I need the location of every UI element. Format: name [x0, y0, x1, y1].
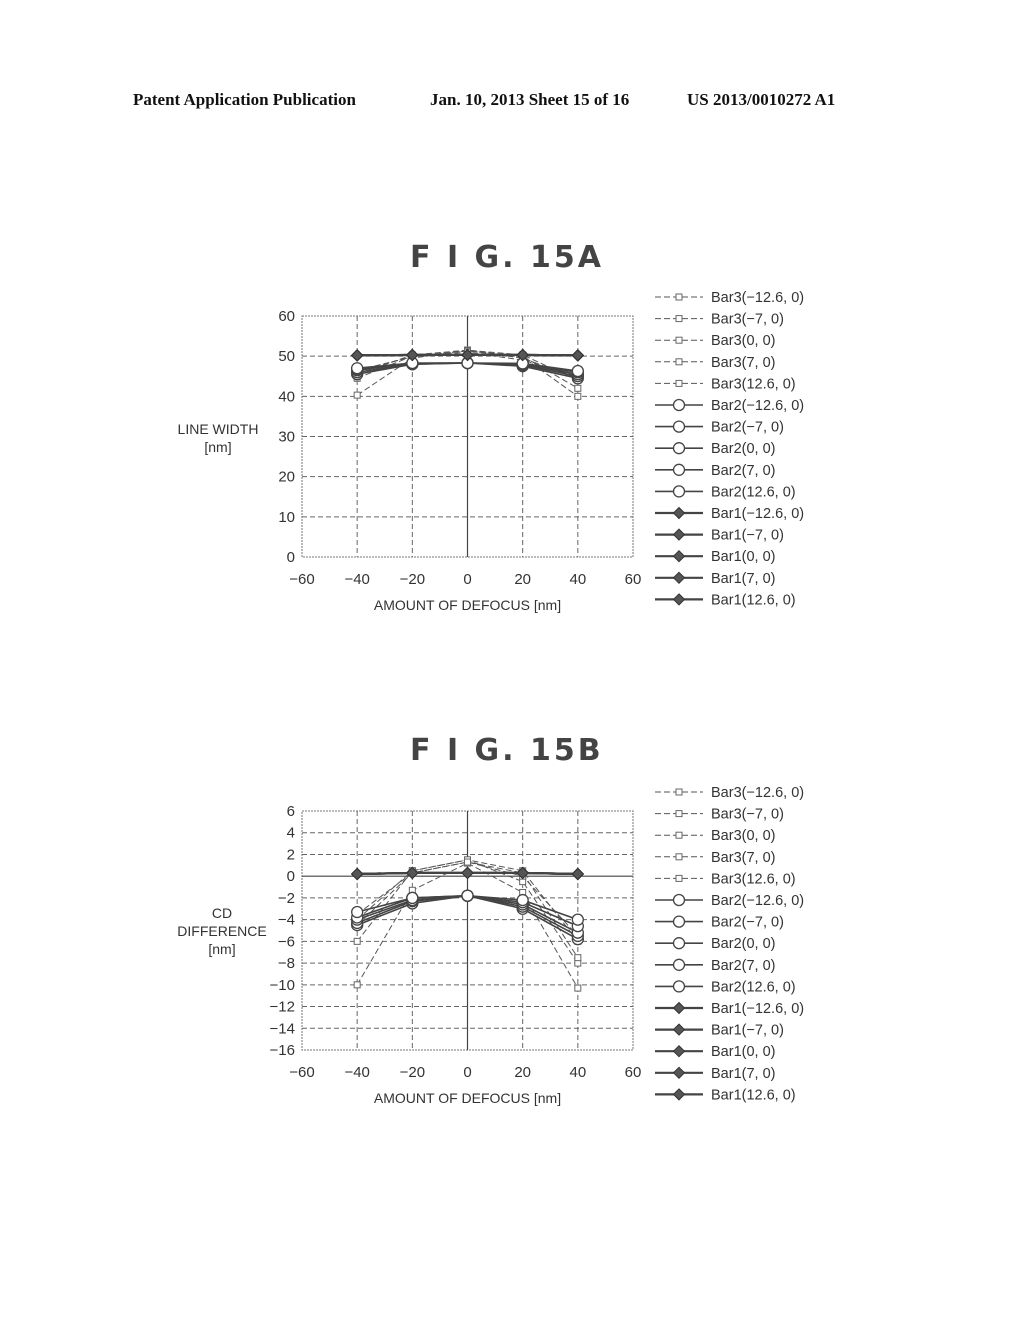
legend-item: Bar2(−12.6, 0) [655, 893, 804, 909]
y-tick-label: 4 [287, 825, 295, 842]
data-point [351, 905, 364, 919]
data-point [353, 981, 361, 989]
x-tick-label: −20 [400, 1064, 425, 1081]
series-bar1-12-6-0 [350, 866, 585, 881]
legend-item: Bar1(7, 0) [655, 1066, 775, 1082]
legend-item: Bar1(0, 0) [655, 1044, 775, 1060]
legend-marker-icon [672, 1023, 686, 1036]
legend-item: Bar2(0, 0) [655, 936, 775, 952]
legend-item: Bar1(−7, 0) [655, 1023, 784, 1039]
legend-item: Bar3(0, 0) [655, 828, 775, 844]
y-tick-label: −12 [270, 999, 295, 1016]
y-tick-label: −2 [278, 890, 295, 907]
legend-marker-icon [672, 937, 686, 950]
y-tick-label: 2 [287, 846, 295, 863]
y-tick-label: −16 [270, 1042, 295, 1059]
legend-item: Bar1(12.6, 0) [655, 1087, 796, 1103]
legend-label: Bar3(0, 0) [711, 828, 775, 844]
legend-marker-icon [675, 810, 683, 818]
x-tick-label: −60 [289, 1064, 314, 1081]
data-point [571, 867, 585, 881]
y-tick-label: 6 [287, 803, 295, 820]
legend: Bar3(−12.6, 0) Bar3(−7, 0) Bar3(0, 0) Bar3(… [655, 785, 804, 1103]
legend-label: Bar1(0, 0) [711, 1044, 775, 1060]
data-point [353, 937, 361, 945]
legend-marker-icon [672, 980, 686, 993]
data-point [516, 893, 529, 907]
y-axis-label: DIFFERENCE [177, 923, 266, 939]
legend-label: Bar2(0, 0) [711, 936, 775, 952]
x-tick-label: 60 [625, 1064, 642, 1081]
legend-label: Bar3(−7, 0) [711, 807, 784, 823]
legend-label: Bar2(7, 0) [711, 958, 775, 974]
data-point [574, 954, 582, 962]
legend-marker-icon [672, 1001, 686, 1015]
legend-label: Bar2(−7, 0) [711, 915, 784, 931]
data-point [574, 984, 582, 992]
legend-label: Bar1(−12.6, 0) [711, 1001, 804, 1017]
data-point [571, 913, 584, 926]
x-tick-label: 40 [569, 1064, 586, 1081]
legend-item: Bar2(12.6, 0) [655, 979, 796, 995]
legend-label: Bar1(7, 0) [711, 1066, 775, 1082]
legend-label: Bar3(−12.6, 0) [711, 785, 804, 801]
legend-item: Bar3(−7, 0) [655, 807, 784, 823]
x-tick-label: 0 [463, 1064, 471, 1081]
data-point [350, 867, 364, 881]
data-point [406, 891, 419, 905]
y-axis-label: CD [212, 905, 232, 921]
y-tick-label: −10 [270, 977, 295, 994]
legend-item: Bar3(−12.6, 0) [655, 785, 804, 801]
y-axis-label: [nm] [208, 941, 235, 957]
x-tick-label: 20 [514, 1064, 531, 1081]
legend-marker-icon [675, 788, 683, 796]
legend-item: Bar2(7, 0) [655, 958, 775, 974]
data-point [461, 889, 474, 902]
chart-15b: −16−14−12−10−8−6−4−20246−60 −40 −20 0 20 40 60… [177, 785, 804, 1106]
y-tick-label: −14 [270, 1020, 295, 1037]
y-tick-label: −8 [278, 955, 295, 972]
legend-label: Bar2(12.6, 0) [711, 979, 796, 995]
y-tick-label: −6 [278, 933, 295, 950]
x-tick-label: −40 [344, 1064, 369, 1081]
legend-label: Bar1(−7, 0) [711, 1023, 784, 1039]
legend-label: Bar3(7, 0) [711, 850, 775, 866]
legend-label: Bar3(12.6, 0) [711, 871, 796, 887]
legend-marker-icon [672, 1088, 686, 1101]
legend-marker-icon [672, 958, 686, 971]
legend-item: Bar3(7, 0) [655, 850, 775, 866]
legend-marker-icon [672, 893, 686, 907]
data-point [464, 858, 471, 866]
legend-marker-icon [675, 874, 683, 882]
x-axis-label: AMOUNT OF DEFOCUS [nm] [374, 1090, 561, 1106]
legend-item: Bar2(−7, 0) [655, 915, 784, 931]
legend-marker-icon [672, 915, 686, 928]
legend-item: Bar1(−12.6, 0) [655, 1001, 804, 1017]
legend-marker-icon [672, 1066, 686, 1080]
legend-label: Bar1(12.6, 0) [711, 1087, 796, 1103]
legend-marker-icon [672, 1044, 686, 1058]
legend-label: Bar2(−12.6, 0) [711, 893, 804, 909]
y-tick-label: 0 [287, 868, 295, 885]
legend-marker-icon [675, 831, 683, 839]
y-tick-label: −4 [278, 912, 295, 929]
legend-marker-icon [675, 853, 683, 861]
legend-item: Bar3(12.6, 0) [655, 871, 796, 887]
